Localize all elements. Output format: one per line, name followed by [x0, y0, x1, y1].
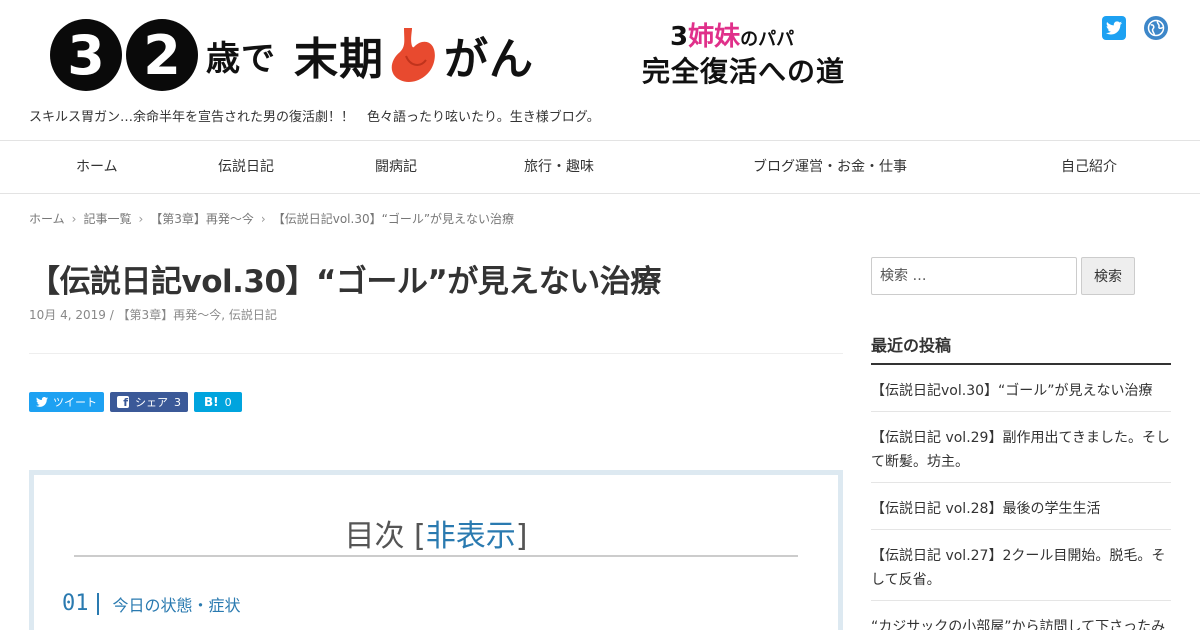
article-meta: 10月 4, 2019 / 【第3章】再発〜今, 伝説日記 [29, 308, 277, 322]
breadcrumb: ホーム › 記事一覧 › 【第3章】再発〜今 › 【伝説日記vol.30】“ゴー… [29, 210, 514, 227]
hatena-bookmark-button[interactable]: B! 0 [194, 392, 242, 412]
divider [29, 353, 843, 354]
tweet-button[interactable]: ツイート [29, 392, 104, 412]
hatena-bookmark-count: 0 [224, 395, 232, 409]
facebook-share-count: 3 [174, 395, 181, 409]
twitter-icon[interactable] [1102, 16, 1126, 40]
logo-sub-number: 3 [670, 22, 689, 52]
chevron-right-icon: › [71, 211, 77, 226]
facebook-share-label: シェア [135, 396, 168, 409]
toc-toggle-link[interactable]: 非表示 [426, 519, 516, 554]
logo-text-age: 歳で [206, 38, 276, 79]
search-button[interactable]: 検索 [1081, 257, 1135, 295]
search-input[interactable] [871, 257, 1077, 295]
facebook-icon: f [117, 396, 129, 408]
recent-posts-title: 最近の投稿 [871, 336, 952, 355]
recent-posts-list: 【伝説日記vol.30】“ゴール”が見えない治療 【伝説日記 vol.29】副作… [871, 365, 1171, 630]
share-buttons: ツイート f シェア 3 B! 0 [29, 392, 248, 412]
site-logo[interactable]: 3 2 歳で 末期 がん [50, 14, 534, 96]
breadcrumb-current: 【伝説日記vol.30】“ゴール”が見えない治療 [272, 212, 515, 226]
hatena-icon: B! [204, 395, 219, 409]
website-links [1144, 16, 1168, 40]
nav-item-home[interactable]: ホーム [76, 141, 118, 193]
nav-item-profile[interactable]: 自己紹介 [1061, 141, 1117, 193]
nav-item-blog-money-work[interactable]: ブログ運営・お金・仕事 [753, 141, 907, 193]
toc-item[interactable]: 01 今日の状態・症状 [62, 591, 241, 616]
logo-digit-2: 2 [126, 19, 198, 91]
stomach-icon [391, 28, 435, 82]
nav-item-travel-hobby[interactable]: 旅行・趣味 [524, 141, 594, 193]
twitter-icon [36, 397, 48, 407]
toc-item-link[interactable]: 今日の状態・症状 [113, 592, 241, 616]
logo-digit-1: 3 [50, 19, 122, 91]
chevron-right-icon: › [260, 211, 266, 226]
toc-item-number: 01 [62, 591, 89, 616]
logo-sub-sisters: 姉妹 [688, 22, 741, 52]
recent-post-item[interactable]: “カジサックの小部屋”から訪問して下さったみ [871, 601, 1171, 630]
article-title: 【伝説日記vol.30】“ゴール”が見えない治療 [29, 264, 661, 300]
social-links [1102, 16, 1126, 40]
recent-post-item[interactable]: 【伝説日記 vol.28】最後の学生生活 [871, 483, 1171, 530]
toc-item-bar [96, 592, 99, 615]
site-header: 3 2 歳で 末期 がん 3姉妹のパパ 完全復活への道 スキルス胃ガン…余命半年… [0, 0, 1200, 140]
breadcrumb-posts[interactable]: 記事一覧 [83, 210, 131, 227]
logo-text-cancer: がん [444, 34, 534, 85]
globe-icon[interactable] [1144, 16, 1168, 40]
global-nav: ホーム 伝説日記 闘病記 旅行・趣味 ブログ運営・お金・仕事 自己紹介 [0, 140, 1200, 194]
toc-divider [74, 555, 798, 557]
breadcrumb-category[interactable]: 【第3章】再発〜今 [150, 210, 254, 227]
logo-sub-papa: のパパ [740, 29, 795, 50]
site-tagline: スキルス胃ガン…余命半年を宣告された男の復活劇！！ 色々語ったり呟いたり。生き様… [29, 110, 600, 125]
table-of-contents: 目次 [非表示] 01 今日の状態・症状 [29, 470, 843, 630]
nav-item-legend-diary[interactable]: 伝説日記 [218, 141, 274, 193]
logo-subtitle: 3姉妹のパパ 完全復活への道 [642, 16, 882, 90]
nav-item-illness-record[interactable]: 闘病記 [375, 141, 417, 193]
logo-text-stage: 末期 [294, 34, 384, 85]
toc-title: 目次 [344, 519, 405, 554]
recent-post-item[interactable]: 【伝説日記 vol.27】2クール目開始。脱毛。そして反省。 [871, 530, 1171, 601]
breadcrumb-home[interactable]: ホーム [29, 210, 65, 227]
facebook-share-button[interactable]: f シェア 3 [110, 392, 188, 412]
chevron-right-icon: › [138, 211, 144, 226]
recent-post-item[interactable]: 【伝説日記vol.30】“ゴール”が見えない治療 [871, 365, 1171, 412]
tweet-label: ツイート [53, 396, 97, 409]
recent-post-item[interactable]: 【伝説日記 vol.29】副作用出てきました。そして断髪。坊主。 [871, 412, 1171, 483]
logo-sub-road: 完全復活への道 [642, 55, 846, 88]
